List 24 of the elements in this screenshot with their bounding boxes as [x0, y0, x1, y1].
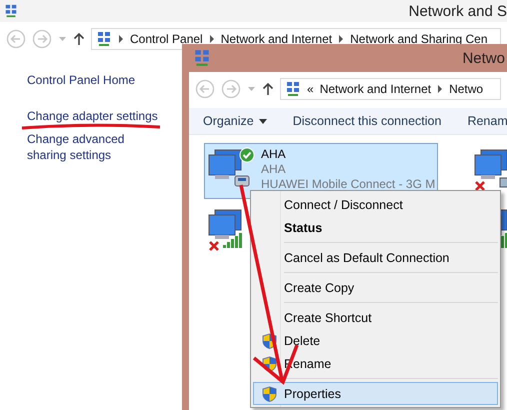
overflow-chevron[interactable]: «: [307, 82, 314, 96]
breadcrumb[interactable]: Network and Internet: [320, 82, 432, 96]
toolbar-button[interactable]: Organize: [203, 114, 267, 128]
sidebar-link[interactable]: Change adapter settings: [27, 108, 167, 124]
menu-item[interactable]: Create Copy: [253, 276, 498, 299]
menu-item[interactable]: Cancel as Default Connection: [253, 246, 498, 269]
breadcrumb[interactable]: Network and Internet: [220, 32, 332, 46]
menu-item[interactable]: Delete: [253, 329, 498, 352]
sidebar-link[interactable]: Control Panel Home: [27, 72, 167, 88]
sidebar-link[interactable]: Change advanced sharing settings: [27, 131, 167, 163]
menu-item[interactable]: Create Shortcut: [253, 306, 498, 329]
menu-item[interactable]: Properties: [253, 382, 498, 405]
breadcrumb[interactable]: Control Panel: [130, 32, 203, 46]
breadcrumb[interactable]: Netwo: [449, 82, 484, 96]
toolbar-button[interactable]: Renam: [467, 114, 507, 128]
device-name: HUAWEI Mobile Connect - 3G M: [261, 177, 436, 192]
toolbar-button[interactable]: Disconnect this connection: [292, 114, 442, 128]
network-name: AHA: [261, 162, 287, 177]
connection-name: AHA: [261, 147, 287, 162]
window-title: Network and S: [408, 2, 507, 20]
menu-item[interactable]: Status: [253, 216, 498, 239]
breadcrumb[interactable]: Network and Sharing Cen: [350, 32, 488, 46]
address-bar[interactable]: « Network and Internet Netwo: [280, 78, 501, 100]
window-title: Netwo: [462, 50, 505, 66]
